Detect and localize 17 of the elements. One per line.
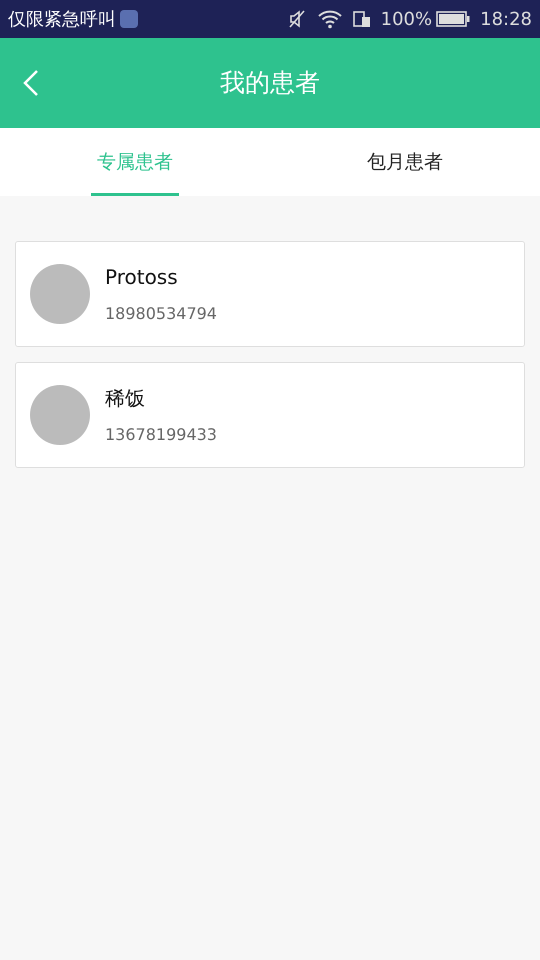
page-title: 我的患者 [220,67,320,100]
patient-card[interactable]: 稀饭 13678199433 [15,362,525,468]
tab[interactable]: 包月患者 [361,128,449,196]
patient-phone: 13678199433 [105,424,217,446]
app-notification-icon [120,10,138,28]
patient-card[interactable]: Protoss 18980534794 [15,241,525,347]
battery-icon [436,10,470,28]
clock-time: 18:28 [480,8,532,32]
patient-phone: 18980534794 [105,303,217,325]
wifi-icon [316,9,343,29]
back-icon[interactable] [22,69,40,97]
patient-name: 稀饭 [105,385,146,412]
carrier-text: 仅限紧急呼叫 [8,8,116,32]
battery-percent: 100% [380,8,432,32]
patient-name: Protoss [105,264,179,291]
sim-icon [352,9,371,29]
mute-icon [286,9,307,29]
